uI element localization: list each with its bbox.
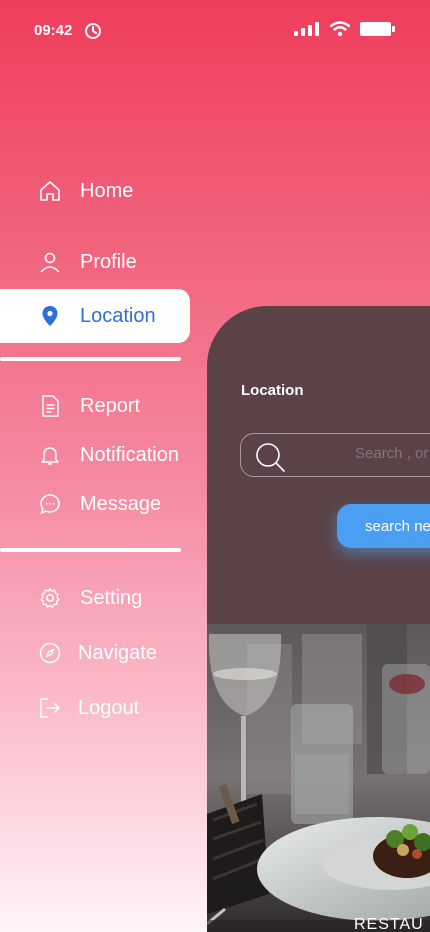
search-nearby-button[interactable]: search ne	[337, 504, 430, 548]
status-indicators	[294, 21, 396, 37]
menu-item-notification[interactable]: Notification	[38, 435, 179, 475]
menu-item-home[interactable]: Home	[38, 171, 133, 211]
location-pin-icon	[38, 304, 62, 328]
menu-item-label: Home	[80, 179, 134, 202]
document-icon	[38, 394, 62, 418]
menu-item-profile[interactable]: Profile	[38, 242, 137, 282]
menu-item-label: Navigate	[78, 641, 157, 664]
search-icon	[256, 443, 285, 472]
side-menu: Home Profile Location Report Notificatio…	[0, 0, 200, 932]
page-title: Location	[241, 382, 304, 399]
restaurant-photo: RESTAU	[207, 624, 430, 932]
restaurant-table-illustration	[207, 624, 430, 932]
menu-item-logout[interactable]: Logout	[38, 688, 139, 728]
menu-divider	[0, 548, 181, 552]
menu-item-setting[interactable]: Setting	[38, 578, 142, 618]
compass-icon	[38, 641, 62, 665]
wifi-icon	[330, 21, 350, 37]
signal-icon	[294, 22, 319, 36]
menu-item-label: Message	[80, 492, 162, 515]
menu-item-label: Location	[80, 304, 156, 327]
search-field[interactable]	[240, 433, 430, 477]
menu-item-navigate[interactable]: Navigate	[38, 633, 157, 673]
menu-item-label: Setting	[80, 586, 143, 609]
menu-item-report[interactable]: Report	[38, 386, 140, 426]
menu-item-label: Profile	[80, 250, 137, 273]
menu-item-location[interactable]: Location	[0, 289, 190, 343]
logout-icon	[38, 696, 62, 720]
menu-item-label: Logout	[78, 696, 140, 719]
menu-item-label: Report	[80, 394, 141, 417]
menu-divider	[0, 357, 181, 361]
search-input[interactable]	[353, 444, 430, 463]
gear-icon	[38, 586, 62, 610]
photo-caption: RESTAU	[354, 916, 424, 932]
battery-icon	[360, 22, 395, 36]
menu-item-message[interactable]: Message	[38, 484, 161, 524]
home-icon	[38, 179, 62, 203]
menu-item-label: Notification	[80, 443, 179, 466]
user-icon	[38, 250, 62, 274]
chat-icon	[38, 492, 62, 516]
main-screen-preview[interactable]: Location search ne	[207, 306, 430, 932]
bell-icon	[38, 443, 62, 467]
